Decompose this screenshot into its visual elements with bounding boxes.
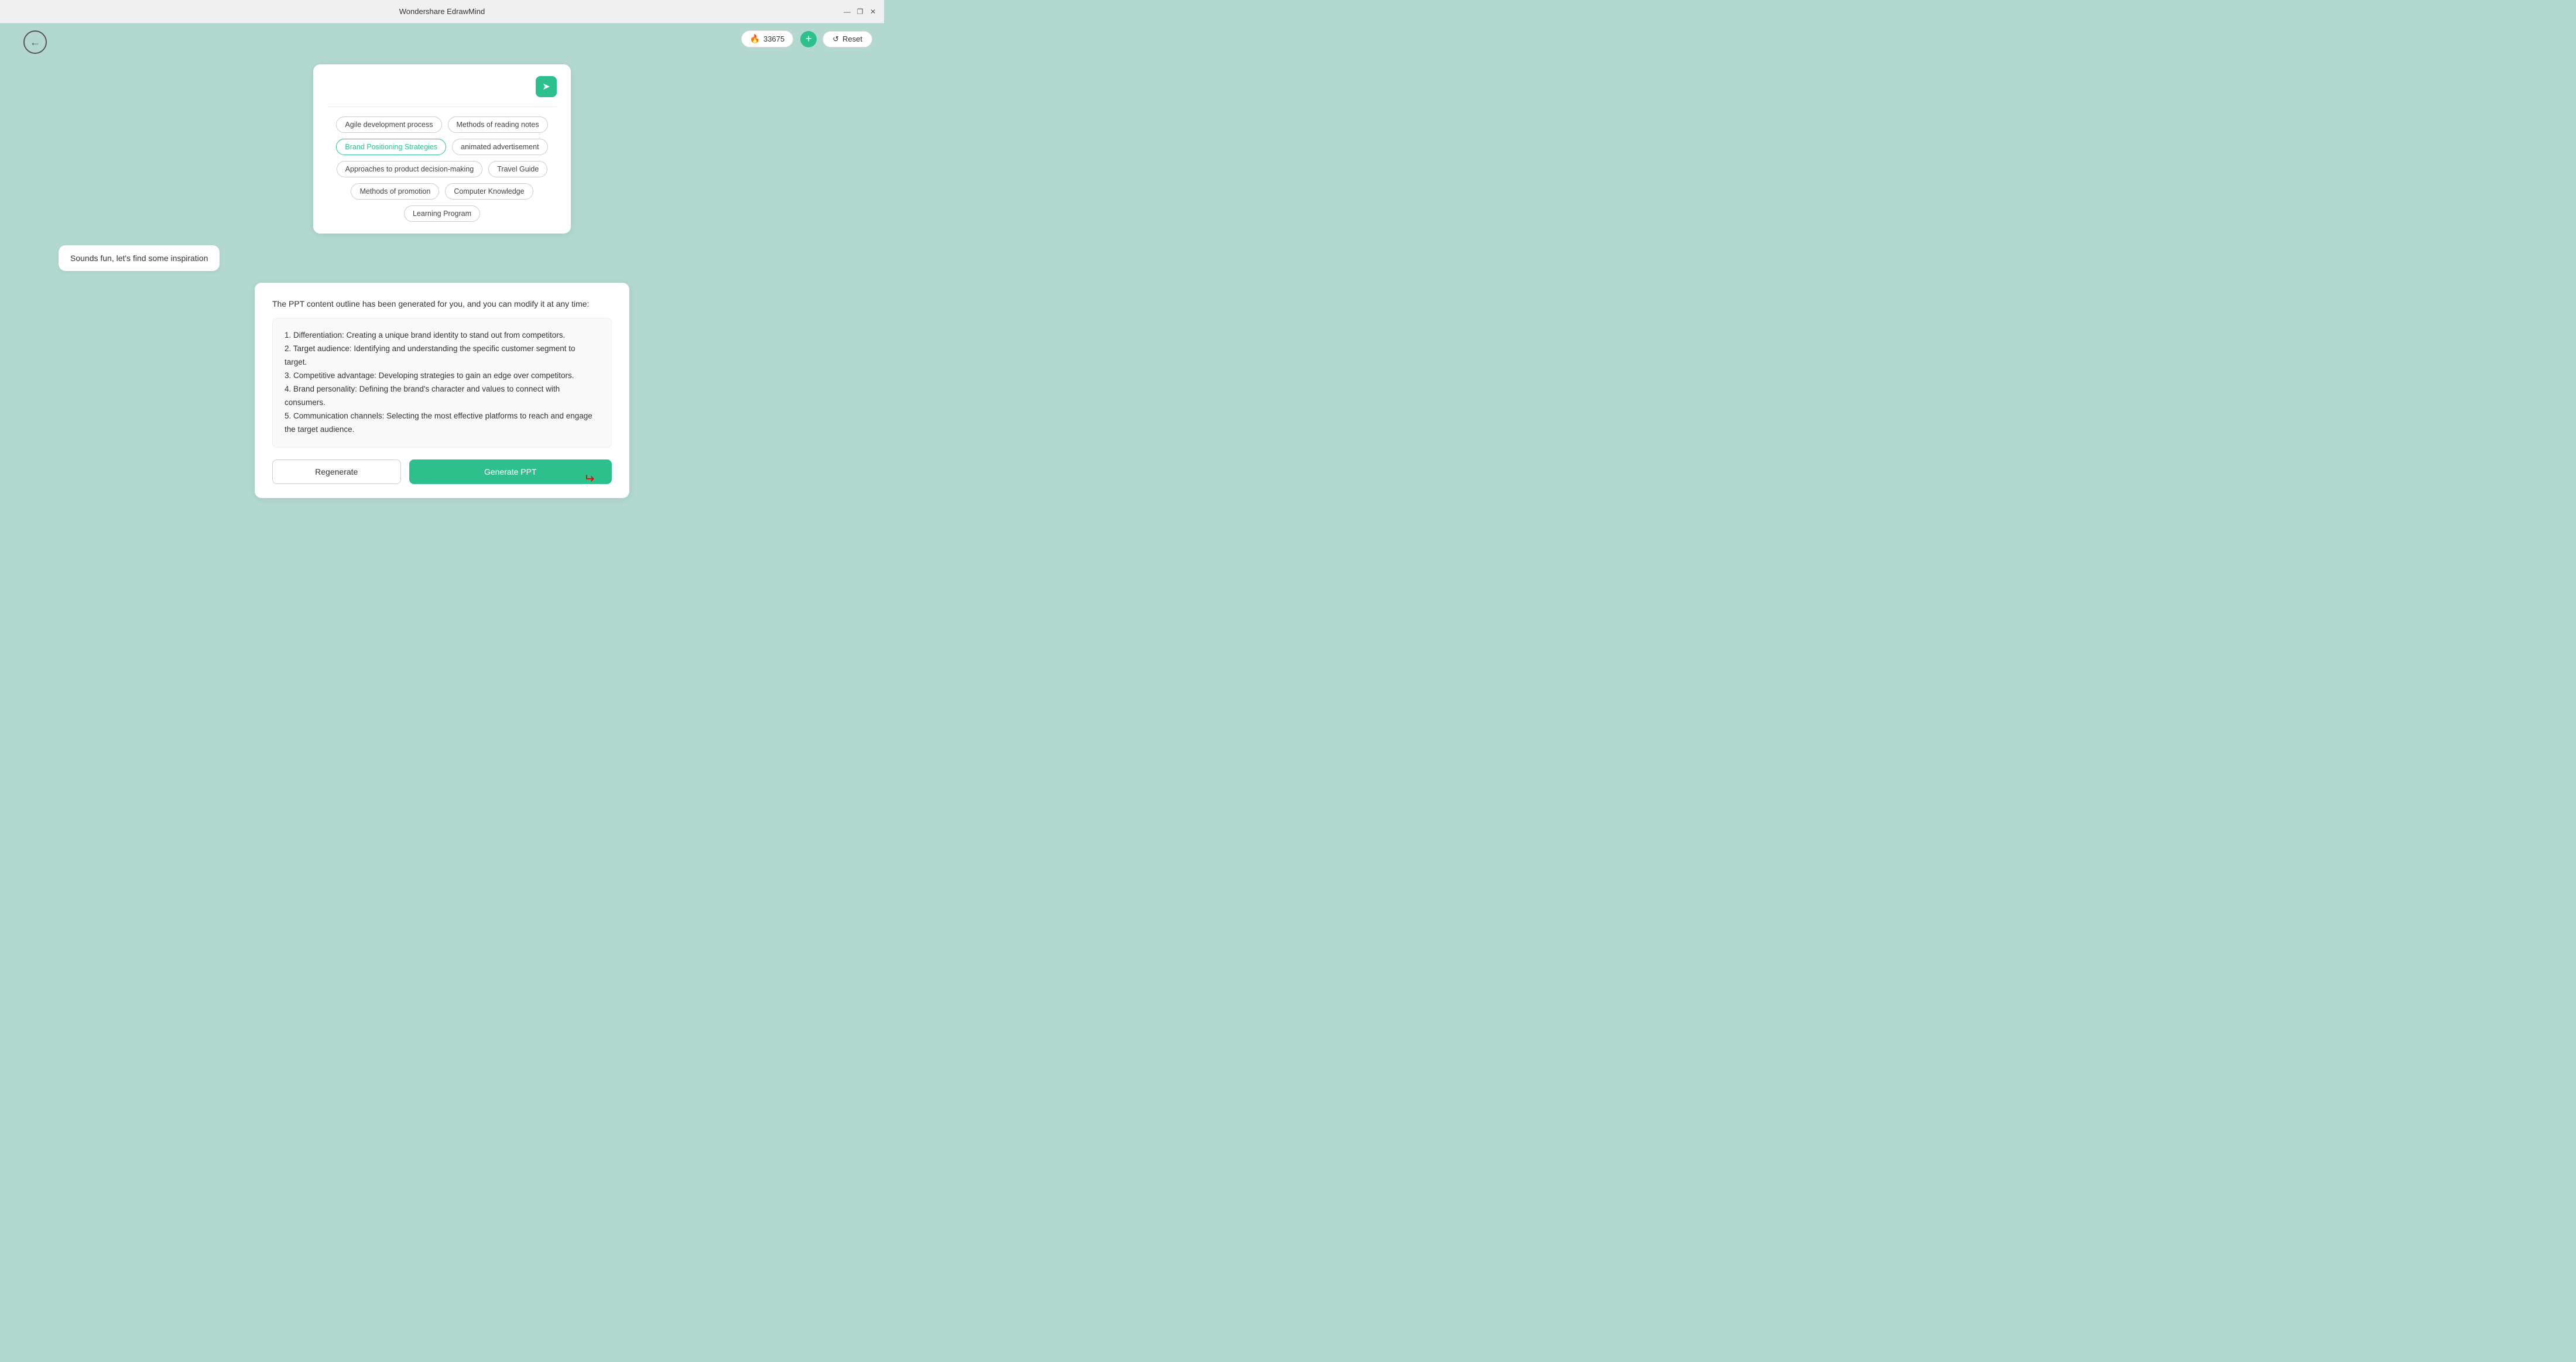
send-button[interactable]: ➤ <box>536 76 557 97</box>
topic-chip[interactable]: animated advertisement <box>452 139 547 155</box>
back-button[interactable]: ← <box>23 30 47 54</box>
topic-input-row: ➤ <box>327 76 557 97</box>
topic-chip[interactable]: Methods of promotion <box>351 183 439 200</box>
topic-chip[interactable]: Computer Knowledge <box>445 183 533 200</box>
ppt-content-line: 4. Brand personality: Defining the brand… <box>285 383 600 410</box>
topic-chip[interactable]: Agile development process <box>336 116 441 133</box>
ppt-actions: Regenerate Generate PPT ↵ <box>272 459 612 484</box>
cursor-arrow: ↵ <box>584 471 594 486</box>
ppt-content-box[interactable]: 1. Differentiation: Creating a unique br… <box>272 318 612 448</box>
close-button[interactable]: ✕ <box>869 8 877 16</box>
send-icon: ➤ <box>542 81 550 92</box>
topic-chip[interactable]: Learning Program <box>404 205 480 222</box>
reset-icon: ↺ <box>833 35 839 44</box>
topic-chip[interactable]: Travel Guide <box>488 161 547 177</box>
top-right-controls: 🔥 33675 + ↺ Reset <box>741 30 872 47</box>
topic-card: ➤ Agile development process Methods of re… <box>313 64 571 234</box>
main-content: ➤ Agile development process Methods of re… <box>0 59 884 468</box>
ppt-content-line: 5. Communication channels: Selecting the… <box>285 410 600 437</box>
ppt-card: The PPT content outline has been generat… <box>255 283 629 498</box>
sounds-fun-bubble: Sounds fun, let's find some inspiration <box>59 245 220 271</box>
add-credits-button[interactable]: + <box>800 31 817 47</box>
topic-chip[interactable]: Approaches to product decision-making <box>337 161 483 177</box>
title-bar: Wondershare EdrawMind — ❐ ✕ <box>0 0 884 23</box>
ppt-card-title: The PPT content outline has been generat… <box>272 299 612 308</box>
generate-ppt-label: Generate PPT <box>484 467 537 476</box>
reset-button[interactable]: ↺ Reset <box>823 31 872 47</box>
regenerate-button[interactable]: Regenerate <box>272 459 401 484</box>
topic-chip[interactable]: Methods of reading notes <box>448 116 548 133</box>
back-icon: ← <box>30 36 40 49</box>
credits-icon: 🔥 <box>750 34 760 44</box>
topic-input[interactable] <box>327 82 530 91</box>
ppt-content-line: 2. Target audience: Identifying and unde… <box>285 342 600 369</box>
ppt-content-line: 1. Differentiation: Creating a unique br… <box>285 329 600 342</box>
credits-value: 33675 <box>763 35 785 43</box>
maximize-button[interactable]: ❐ <box>856 8 864 16</box>
window-controls: — ❐ ✕ <box>843 8 877 16</box>
generate-ppt-button[interactable]: Generate PPT ↵ <box>409 459 612 484</box>
minimize-button[interactable]: — <box>843 8 851 16</box>
credits-badge[interactable]: 🔥 33675 <box>741 30 794 47</box>
reset-label: Reset <box>842 35 862 43</box>
topic-chip[interactable]: Brand Positioning Strategies <box>336 139 446 155</box>
topic-chips: Agile development process Methods of read… <box>327 116 557 222</box>
sounds-fun-text: Sounds fun, let's find some inspiration <box>70 253 208 263</box>
app-title: Wondershare EdrawMind <box>399 7 485 16</box>
ppt-content-line: 3. Competitive advantage: Developing str… <box>285 369 600 383</box>
